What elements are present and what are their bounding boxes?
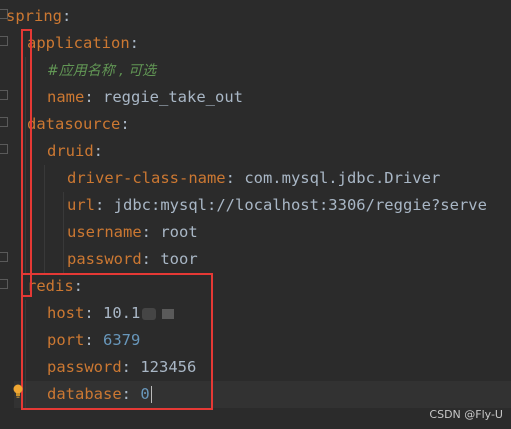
line-username: username: root <box>67 223 198 241</box>
line-driver-class-name: driver-class-name: com.mysql.jdbc.Driver <box>67 169 441 187</box>
line-name: name: reggie_take_out <box>47 88 243 106</box>
annotation-box-redis <box>21 273 213 410</box>
fold-marker-icon[interactable] <box>0 144 8 154</box>
line-application: application: <box>27 34 139 52</box>
line-url: url: jdbc:mysql://localhost:3306/reggie?… <box>67 196 487 214</box>
indent-guide <box>44 165 45 273</box>
line-druid: druid: <box>47 142 104 160</box>
indent-guide <box>63 192 64 273</box>
fold-marker-icon[interactable] <box>0 90 8 100</box>
line-comment: #应用名称 , 可选 <box>47 63 157 79</box>
fold-marker-icon[interactable] <box>0 252 8 262</box>
line-datasource-password: password: toor <box>67 250 198 268</box>
fold-marker-icon[interactable] <box>0 36 8 46</box>
lightbulb-icon[interactable] <box>12 383 24 399</box>
line-datasource: datasource: <box>27 115 130 133</box>
watermark: CSDN @Fly-U <box>429 408 503 421</box>
fold-marker-icon[interactable] <box>0 279 8 289</box>
annotation-box-datasource <box>21 29 32 297</box>
yaml-editor[interactable]: spring: application: #应用名称 , 可选 name: re… <box>0 0 511 429</box>
fold-marker-icon[interactable] <box>0 117 8 127</box>
editor-gutter <box>0 0 14 429</box>
line-spring: spring: <box>6 7 72 25</box>
